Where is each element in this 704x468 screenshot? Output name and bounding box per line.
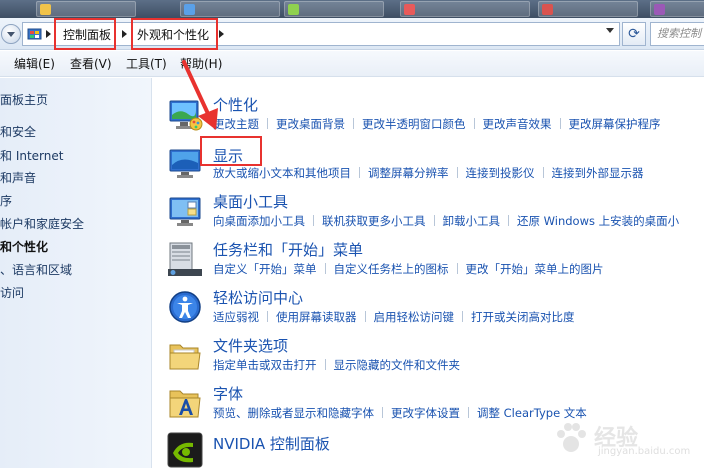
link-show-hidden[interactable]: 显示隐藏的文件和文件夹 (334, 358, 461, 372)
link-add-gadgets[interactable]: 向桌面添加小工具 (213, 214, 305, 228)
link-high-contrast[interactable]: 打开或关闭高对比度 (471, 310, 575, 324)
category-folder-options: 文件夹选项 指定单击或双击打开 显示隐藏的文件和文件夹 (166, 337, 704, 377)
breadcrumb-separator-icon[interactable] (46, 30, 51, 38)
app-icon (654, 4, 665, 15)
category-title[interactable]: 任务栏和「开始」菜单 (213, 241, 363, 259)
category-title[interactable]: 轻松访问中心 (213, 289, 303, 307)
link-resize-text[interactable]: 放大或缩小文本和其他项目 (213, 166, 351, 180)
nav-item-network[interactable]: 和 Internet (0, 148, 63, 164)
link-customize-start[interactable]: 自定义「开始」菜单 (213, 262, 317, 276)
link-screen-reader[interactable]: 使用屏幕读取器 (276, 310, 357, 324)
category-gadgets: 桌面小工具 向桌面添加小工具 联机获取更多小工具 卸载小工具 还原 Windows 上… (166, 193, 704, 233)
nav-item-accounts[interactable]: 帐户和家庭安全 (0, 216, 84, 232)
link-screensaver[interactable]: 更改屏幕保护程序 (569, 117, 661, 131)
nav-item-programs[interactable]: 序 (0, 193, 12, 209)
recent-pages-button[interactable] (1, 24, 21, 44)
display-icon[interactable] (166, 145, 204, 183)
chevron-down-icon (7, 32, 15, 37)
nav-item-region[interactable]: 、语言和区域 (0, 262, 72, 278)
taskbar-button[interactable] (538, 1, 638, 17)
link-sound-effects[interactable]: 更改声音效果 (483, 117, 552, 131)
category-title[interactable]: 字体 (213, 385, 243, 403)
link-ease-keys[interactable]: 启用轻松访问键 (374, 310, 455, 324)
watermark-url: jingyan.baidu.com (598, 446, 691, 457)
address-dropdown-icon[interactable] (606, 28, 614, 33)
link-projector[interactable]: 连接到投影仪 (466, 166, 535, 180)
nvidia-icon[interactable] (166, 431, 204, 468)
taskbar-strip (0, 0, 704, 18)
link-font-settings[interactable]: 更改字体设置 (391, 406, 460, 420)
link-resolution[interactable]: 调整屏幕分辨率 (368, 166, 449, 180)
app-icon (542, 4, 553, 15)
category-title[interactable]: 桌面小工具 (213, 193, 288, 211)
link-change-background[interactable]: 更改桌面背景 (276, 117, 345, 131)
category-title[interactable]: NVIDIA 控制面板 (213, 435, 330, 453)
category-links: 自定义「开始」菜单 自定义任务栏上的图标 更改「开始」菜单上的图片 (213, 262, 604, 277)
category-links: 更改主题 更改桌面背景 更改半透明窗口颜色 更改声音效果 更改屏幕保护程序 (213, 117, 661, 132)
app-icon (404, 4, 415, 15)
menu-view[interactable]: 查看(V) (70, 56, 112, 72)
control-panel-icon (27, 28, 42, 40)
ease-of-access-icon[interactable] (166, 289, 204, 327)
highlight-box (200, 136, 262, 166)
taskbar-button[interactable] (36, 1, 136, 17)
taskbar-button[interactable] (180, 1, 280, 17)
taskbar-button[interactable] (284, 1, 384, 17)
nav-item-home[interactable]: 面板主页 (0, 92, 48, 108)
font-icon[interactable] (166, 385, 204, 423)
menu-edit[interactable]: 编辑(E) (14, 56, 55, 72)
paw-logo-icon (557, 423, 586, 452)
menu-bar: 编辑(E) 查看(V) 工具(T) 帮助(H) (0, 51, 704, 77)
menu-tools[interactable]: 工具(T) (126, 56, 167, 72)
highlight-box (54, 18, 116, 50)
link-get-more-gadgets[interactable]: 联机获取更多小工具 (322, 214, 426, 228)
link-click-open[interactable]: 指定单击或双击打开 (213, 358, 317, 372)
link-external-display[interactable]: 连接到外部显示器 (552, 166, 644, 180)
link-restore-gadgets[interactable]: 还原 Windows 上安装的桌面小 (517, 214, 679, 228)
category-ease-of-access: 轻松访问中心 适应弱视 使用屏幕读取器 启用轻松访问键 打开或关闭高对比度 (166, 289, 704, 329)
left-navigation: 面板主页 和安全 和 Internet 和声音 序 帐户和家庭安全 和个性化 、… (0, 78, 152, 468)
link-preview-fonts[interactable]: 预览、删除或者显示和隐藏字体 (213, 406, 374, 420)
breadcrumb-separator-icon[interactable] (122, 30, 127, 38)
link-low-vision[interactable]: 适应弱视 (213, 310, 259, 324)
nav-item-security[interactable]: 和安全 (0, 124, 36, 140)
category-title[interactable]: 文件夹选项 (213, 337, 288, 355)
taskbar-icon[interactable] (166, 241, 204, 279)
category-personalization: 个性化 更改主题 更改桌面背景 更改半透明窗口颜色 更改声音效果 更改屏幕保护程序 (166, 96, 704, 136)
app-icon (288, 4, 299, 15)
nav-item-appearance[interactable]: 和个性化 (0, 239, 48, 255)
refresh-button[interactable]: ⟳ (622, 22, 646, 46)
nav-item-ease[interactable]: 访问 (0, 285, 24, 301)
link-customize-taskbar-icons[interactable]: 自定义任务栏上的图标 (334, 262, 449, 276)
app-icon (184, 4, 195, 15)
breadcrumb-separator-icon[interactable] (219, 30, 224, 38)
link-window-color[interactable]: 更改半透明窗口颜色 (362, 117, 466, 131)
link-start-picture[interactable]: 更改「开始」菜单上的图片 (466, 262, 604, 276)
highlight-box (131, 18, 218, 50)
app-icon (40, 4, 51, 15)
watermark: 经验 jingyan.baidu.com (548, 418, 698, 462)
category-links: 向桌面添加小工具 联机获取更多小工具 卸载小工具 还原 Windows 上安装的桌面小 (213, 214, 679, 229)
refresh-icon: ⟳ (628, 26, 640, 42)
category-links: 指定单击或双击打开 显示隐藏的文件和文件夹 (213, 358, 460, 373)
red-arrow-icon (182, 60, 218, 130)
category-taskbar-start: 任务栏和「开始」菜单 自定义「开始」菜单 自定义任务栏上的图标 更改「开始」菜单上的… (166, 241, 704, 281)
nav-item-sound[interactable]: 和声音 (0, 170, 36, 186)
link-uninstall-gadget[interactable]: 卸载小工具 (443, 214, 501, 228)
taskbar-button[interactable] (400, 1, 530, 17)
taskbar-button[interactable] (650, 1, 704, 17)
folder-icon[interactable] (166, 337, 204, 375)
category-links: 预览、删除或者显示和隐藏字体 更改字体设置 调整 ClearType 文本 (213, 406, 587, 421)
gadgets-icon[interactable] (166, 193, 204, 231)
category-links: 放大或缩小文本和其他项目 调整屏幕分辨率 连接到投影仪 连接到外部显示器 (213, 166, 644, 181)
category-links: 适应弱视 使用屏幕读取器 启用轻松访问键 打开或关闭高对比度 (213, 310, 575, 325)
search-input[interactable]: 搜索控制 (650, 22, 704, 46)
